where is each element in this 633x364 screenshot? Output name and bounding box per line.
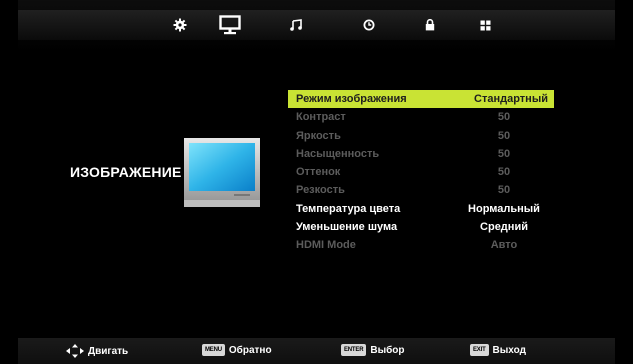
tab-time[interactable] [354,10,384,40]
menu-key-icon: MENU [202,344,225,356]
menu-item[interactable]: Оттенок 50 [288,163,554,181]
footer-hints: Двигать MENU Обратно ENTER Выбор EXIT Вы… [18,338,615,364]
section-title: ИЗОБРАЖЕНИЕ [70,164,182,180]
osd-screen: ИЗОБРАЖЕНИЕ Режим изображения Стандартный… [18,0,615,364]
menu-item[interactable]: HDMI Mode Авто [288,236,554,254]
tab-sound[interactable] [281,10,311,40]
hint-select-label: Выбор [370,344,405,356]
menu-item[interactable]: Яркость 50 [288,127,554,145]
hint-back-label: Обратно [228,344,272,356]
tv-icon [184,138,260,207]
menu-item-value: 50 [497,147,511,160]
menu-item-label: Режим изображения [296,93,407,105]
enter-key-icon: ENTER [341,344,367,356]
tab-setup[interactable] [470,10,500,40]
tab-picture[interactable] [215,10,245,40]
menu-item-value: Стандартный [474,93,548,105]
menu-item-value: 50 [497,111,511,124]
tab-settings[interactable] [165,10,195,40]
menu-item-label: Оттенок [296,166,341,179]
menu-item-label: Яркость [296,129,341,142]
exit-key-icon: EXIT [470,344,489,356]
menu-item[interactable]: Уменьшение шума Средний [288,218,554,236]
menu-item-value: Нормальный [468,202,540,215]
menu-item-value: Авто [490,239,518,252]
menu-item-label: Контраст [296,111,346,124]
menu-item-label: Насыщенность [296,147,380,160]
menu-item-label: Резкость [296,184,345,197]
menu-item-value: 50 [497,166,511,179]
menu-item[interactable]: Контраст 50 [288,108,554,126]
tab-lock[interactable] [415,10,445,40]
music-note-icon [290,19,302,31]
menu-item-label: Температура цвета [296,202,401,215]
grid-icon [480,20,490,30]
menu-item-value: 50 [497,184,511,197]
menu-item[interactable]: Насыщенность 50 [288,145,554,163]
hint-move: Двигать [66,344,128,358]
menu-item[interactable]: Режим изображения Стандартный [288,90,554,109]
dpad-icon [66,344,84,358]
menu-item[interactable]: Резкость 50 [288,181,554,199]
monitor-icon [219,15,241,35]
gear-icon [173,18,187,32]
clock-icon [363,19,375,31]
lock-icon [425,19,435,31]
menu-item-value: Средний [480,221,528,234]
menu-item[interactable]: Температура цвета Нормальный [288,200,554,218]
menu-tab-bar [18,10,615,40]
hint-move-label: Двигать [88,345,129,357]
menu-item-label: Уменьшение шума [296,221,398,234]
hint-back[interactable]: MENU Обратно [202,344,272,356]
picture-settings-menu: Режим изображения Стандартный Контраст 50 Яр… [288,90,554,255]
hint-select[interactable]: ENTER Выбор [341,344,405,356]
hint-exit-label: Выход [492,344,526,356]
hint-exit[interactable]: EXIT Выход [470,344,526,356]
menu-item-value: 50 [497,129,511,142]
menu-item-label: HDMI Mode [296,239,356,252]
